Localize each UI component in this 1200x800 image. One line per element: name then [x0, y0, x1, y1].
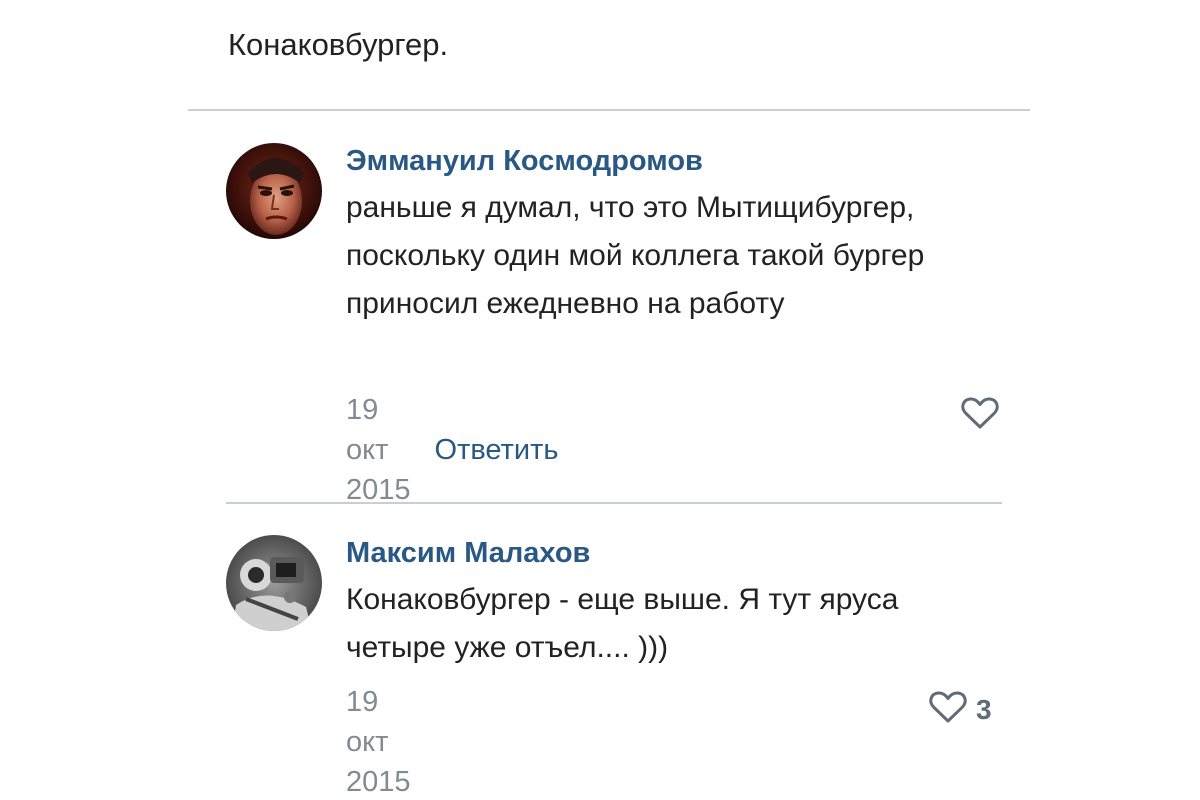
comment-body: Эммануил Космодромов раньше я думал, что… — [346, 140, 1006, 328]
heart-outline-icon — [960, 396, 1000, 435]
comment-date[interactable]: 19 окт 2015 — [346, 682, 411, 800]
comments-thread: Конаковбургер. Эммануил Космодромов рань… — [0, 0, 1200, 800]
avatar[interactable] — [226, 143, 322, 239]
comment-author-link[interactable]: Эммануил Космодромов — [346, 140, 1006, 182]
like-button[interactable] — [960, 396, 1000, 435]
divider — [226, 502, 1002, 504]
reply-button[interactable]: Ответить — [435, 430, 559, 470]
comment-text: Конаковбургер - еще выше. Я тут яруса че… — [346, 583, 899, 664]
divider — [188, 109, 1030, 111]
comment-date[interactable]: 19 окт 2015 — [346, 390, 411, 510]
comment-body: Максим Малахов Конаковбургер - еще выше.… — [346, 532, 1006, 672]
heart-outline-icon — [928, 690, 968, 729]
like-count: 3 — [976, 693, 992, 725]
comment-author-link[interactable]: Максим Малахов — [346, 532, 1006, 574]
like-button[interactable]: 3 — [928, 690, 992, 729]
previous-comment-text: Конаковбургер. — [228, 27, 449, 62]
comment-text: раньше я думал, что это Мытищибургер, по… — [346, 191, 925, 320]
avatar[interactable] — [226, 535, 322, 631]
comment-meta: 19 окт 2015 Ответить — [346, 390, 558, 510]
comment-meta: 19 окт 2015 — [346, 682, 411, 800]
